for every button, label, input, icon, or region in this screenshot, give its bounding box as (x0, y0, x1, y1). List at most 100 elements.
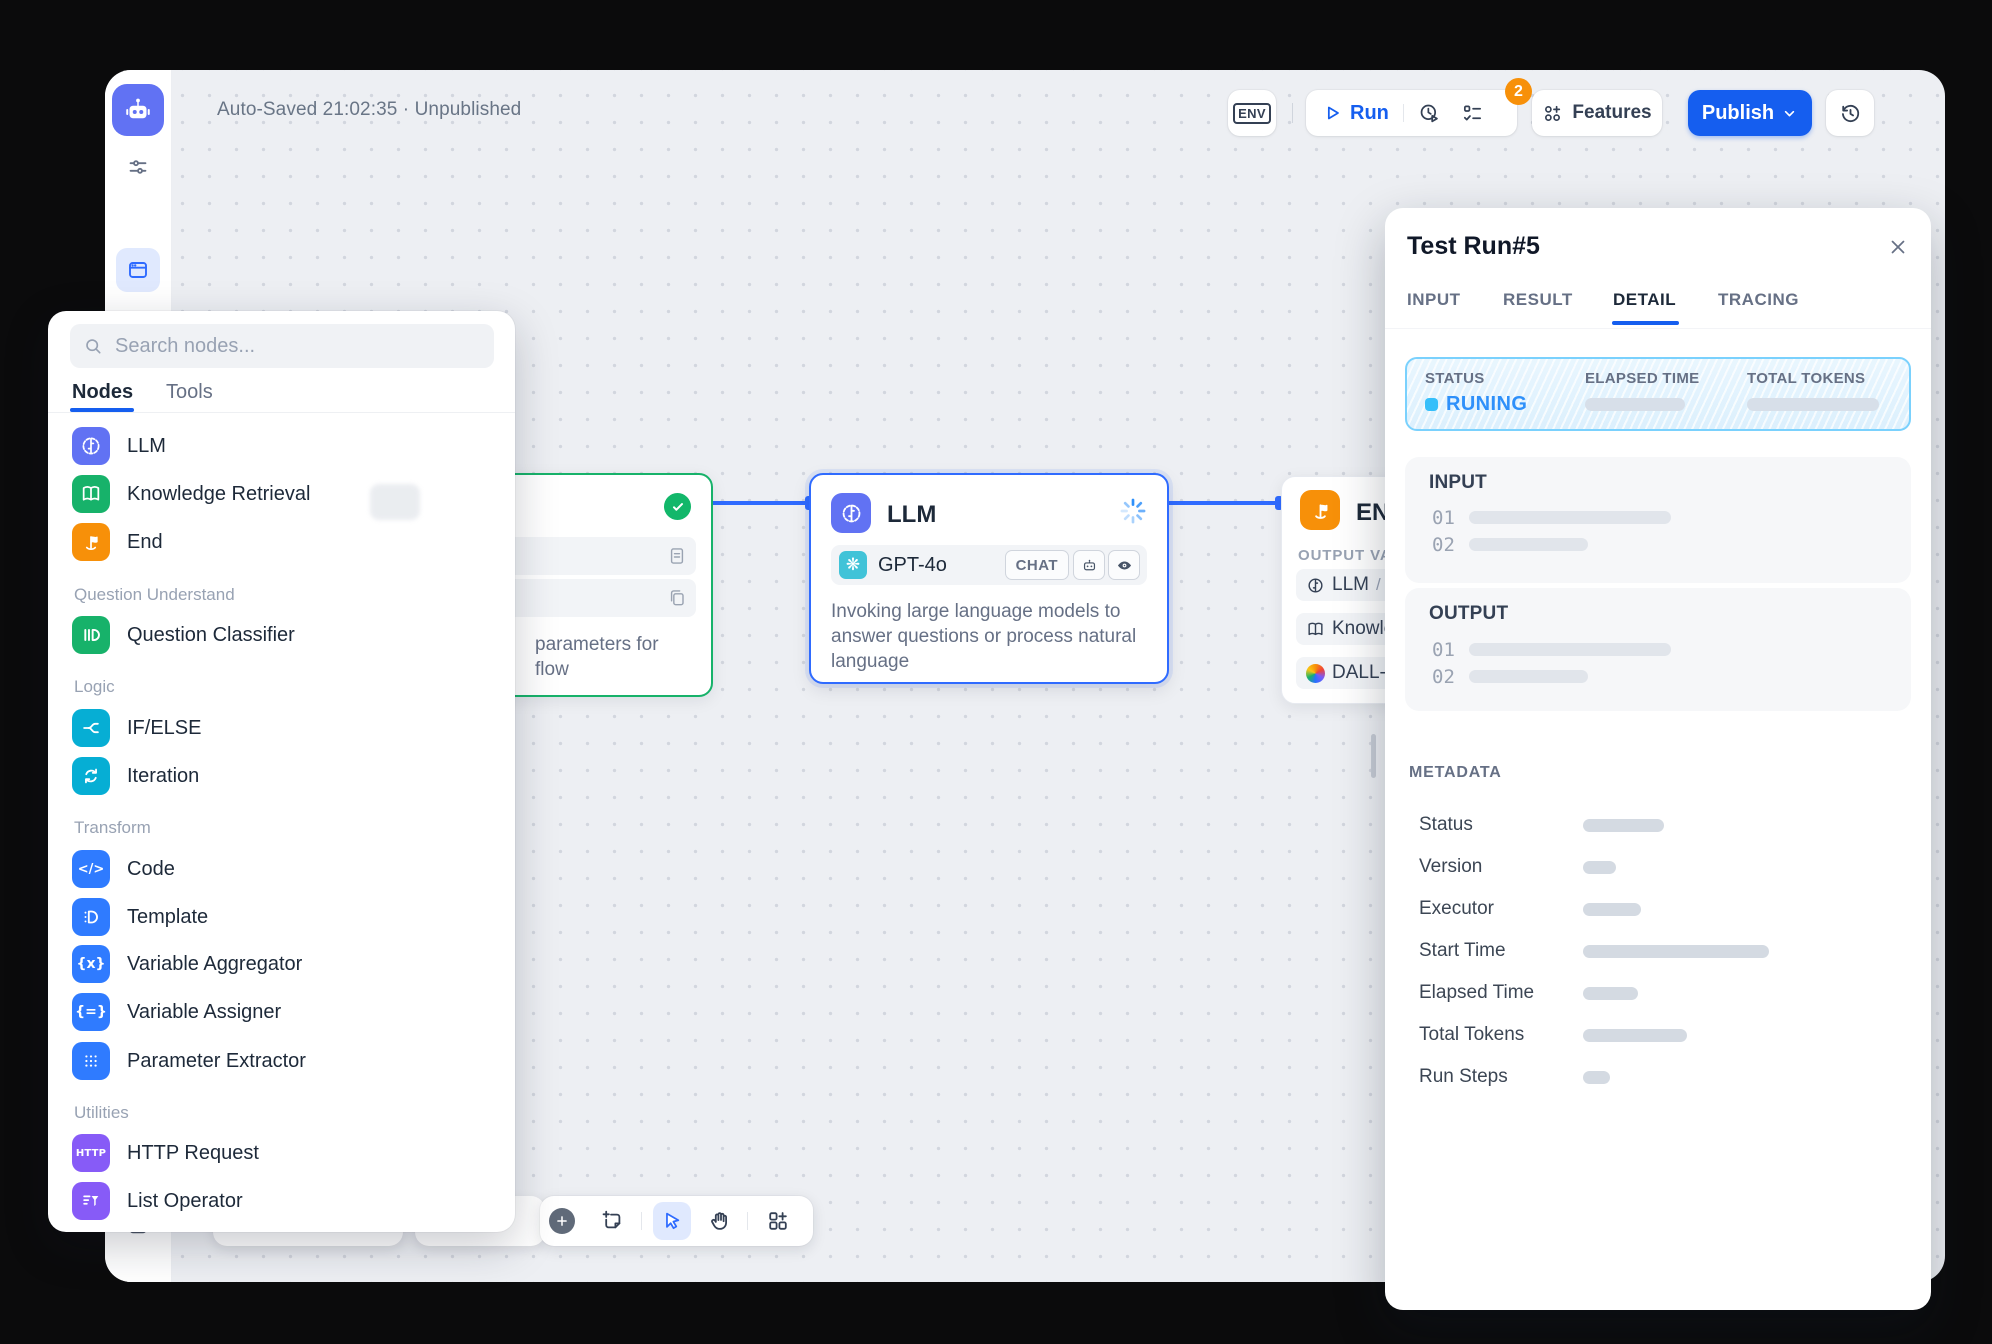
tab-nodes[interactable]: Nodes (72, 381, 133, 404)
node-item-list-operator[interactable]: List Operator (72, 1181, 482, 1221)
template-icon (72, 898, 110, 936)
edge-llm-to-end (1165, 501, 1281, 505)
output-title: OUTPUT (1429, 603, 1508, 625)
book-icon (72, 475, 110, 513)
tab-detail[interactable]: DETAIL (1613, 290, 1676, 310)
node-item-variable-aggregator[interactable]: {x} Variable Aggregator (72, 944, 482, 984)
workflow-settings-button[interactable] (126, 155, 150, 179)
output-row-number: 02 (1432, 666, 1455, 688)
node-item-knowledge-retrieval[interactable]: Knowledge Retrieval (72, 474, 482, 514)
publish-button[interactable]: Publish (1688, 90, 1812, 136)
llm-brain-icon (72, 427, 110, 465)
llm-brain-icon (831, 493, 871, 533)
active-tab-underline (1612, 321, 1679, 325)
close-icon (1887, 236, 1909, 258)
node-item-parameter-extractor[interactable]: Parameter Extractor (72, 1041, 482, 1081)
node-item-iteration[interactable]: Iteration (72, 756, 482, 796)
robot-logo-icon (123, 95, 153, 125)
node-item-code[interactable]: </> Code (72, 849, 482, 889)
brain-outline-icon (1306, 576, 1325, 595)
sliders-icon (126, 155, 150, 179)
cursor-icon (661, 1210, 683, 1232)
features-button[interactable]: Features (1532, 90, 1662, 136)
close-button[interactable] (1887, 236, 1909, 263)
run-history-button[interactable] (1418, 102, 1441, 125)
node-search[interactable] (70, 324, 494, 368)
metadata-title: METADATA (1409, 764, 1502, 782)
input-row-skeleton (1469, 538, 1588, 551)
tab-input[interactable]: INPUT (1407, 290, 1461, 310)
checklist-count-badge: 2 (1505, 78, 1532, 105)
env-button[interactable]: ENV (1228, 90, 1276, 136)
start-node-description: parameters for flow (535, 632, 659, 682)
version-history-button[interactable] (1826, 90, 1874, 136)
running-status-value: RUNING (1446, 393, 1527, 416)
hand-icon (708, 1209, 732, 1233)
tab-result[interactable]: RESULT (1503, 290, 1573, 310)
variable-assigner-icon: {=} (72, 993, 110, 1031)
elapsed-time-skeleton (1585, 398, 1685, 411)
tab-tools[interactable]: Tools (166, 381, 213, 404)
screen: parameters for flow LLM (0, 0, 1992, 1344)
node-item-question-classifier[interactable]: Question Classifier (72, 615, 482, 655)
copy-icon (667, 588, 687, 608)
total-tokens-label: TOTAL TOKENS (1747, 370, 1865, 387)
node-item-end[interactable]: End (72, 522, 482, 562)
llm-node-title: LLM (887, 501, 936, 529)
node-item-http-request[interactable]: HTTP HTTP Request (72, 1133, 482, 1173)
search-icon (83, 336, 104, 357)
checklist-button[interactable] (1461, 102, 1484, 125)
output-row-number: 01 (1432, 639, 1455, 661)
node-item-llm[interactable]: LLM (72, 426, 482, 466)
sidebar-item-panels[interactable] (116, 248, 160, 292)
agent-badge[interactable] (1073, 550, 1105, 580)
window-icon (126, 258, 150, 282)
total-tokens-skeleton (1747, 398, 1879, 411)
node-item-ifelse[interactable]: IF/ELSE (72, 708, 482, 748)
llm-node[interactable]: LLM ❋ GPT-4o CHAT (809, 473, 1169, 684)
add-note-button[interactable] (600, 1209, 624, 1238)
organize-nodes-button[interactable] (766, 1209, 790, 1238)
plus-icon (555, 1214, 569, 1228)
input-row-number: 02 (1432, 534, 1455, 556)
node-search-input[interactable] (113, 334, 447, 359)
run-button[interactable]: Run (1350, 102, 1389, 125)
chat-mode-badge: CHAT (1005, 550, 1069, 580)
model-selector[interactable]: ❋ GPT-4o CHAT (831, 545, 1147, 585)
section-utilities: Utilities (74, 1103, 129, 1123)
tab-tracing[interactable]: TRACING (1718, 290, 1799, 310)
eye-icon (1116, 557, 1133, 574)
vision-badge[interactable] (1108, 550, 1140, 580)
metadata-skeleton (1583, 1029, 1687, 1042)
section-transform: Transform (74, 818, 151, 838)
variable-aggregator-icon: {x} (72, 945, 110, 983)
env-icon: ENV (1233, 103, 1271, 124)
node-item-variable-assigner[interactable]: {=} Variable Assigner (72, 992, 482, 1032)
code-icon: </> (72, 850, 110, 888)
group-divider (1403, 104, 1404, 122)
section-question-understand: Question Understand (74, 585, 235, 605)
canvas-scrollbar[interactable] (1371, 734, 1376, 778)
branch-icon (72, 709, 110, 747)
metadata-skeleton (1583, 819, 1664, 832)
node-picker-panel: Nodes Tools LLM Knowledge Retrieval End … (48, 311, 515, 1232)
output-section: OUTPUT 01 02 (1405, 588, 1911, 711)
metadata-label: Run Steps (1419, 1066, 1508, 1088)
app-logo[interactable] (112, 84, 164, 136)
layout-icon (766, 1209, 790, 1233)
end-flag-icon (1300, 490, 1340, 530)
status-card: STATUS ELAPSED TIME TOTAL TOKENS RUNING (1405, 357, 1911, 431)
test-run-title: Test Run#5 (1407, 232, 1540, 261)
section-logic: Logic (74, 677, 115, 697)
tabs-divider (1385, 328, 1931, 329)
elapsed-time-label: ELAPSED TIME (1585, 370, 1699, 387)
metadata-skeleton (1583, 1071, 1610, 1084)
node-item-template[interactable]: Template (72, 897, 482, 937)
add-node-button[interactable] (549, 1208, 575, 1234)
success-check-icon (664, 493, 691, 520)
pointer-mode-button[interactable] (653, 1202, 691, 1240)
robot-icon (1081, 557, 1098, 574)
metadata-skeleton (1583, 945, 1769, 958)
hand-mode-button[interactable] (708, 1209, 732, 1238)
clock-play-icon (1418, 102, 1441, 125)
